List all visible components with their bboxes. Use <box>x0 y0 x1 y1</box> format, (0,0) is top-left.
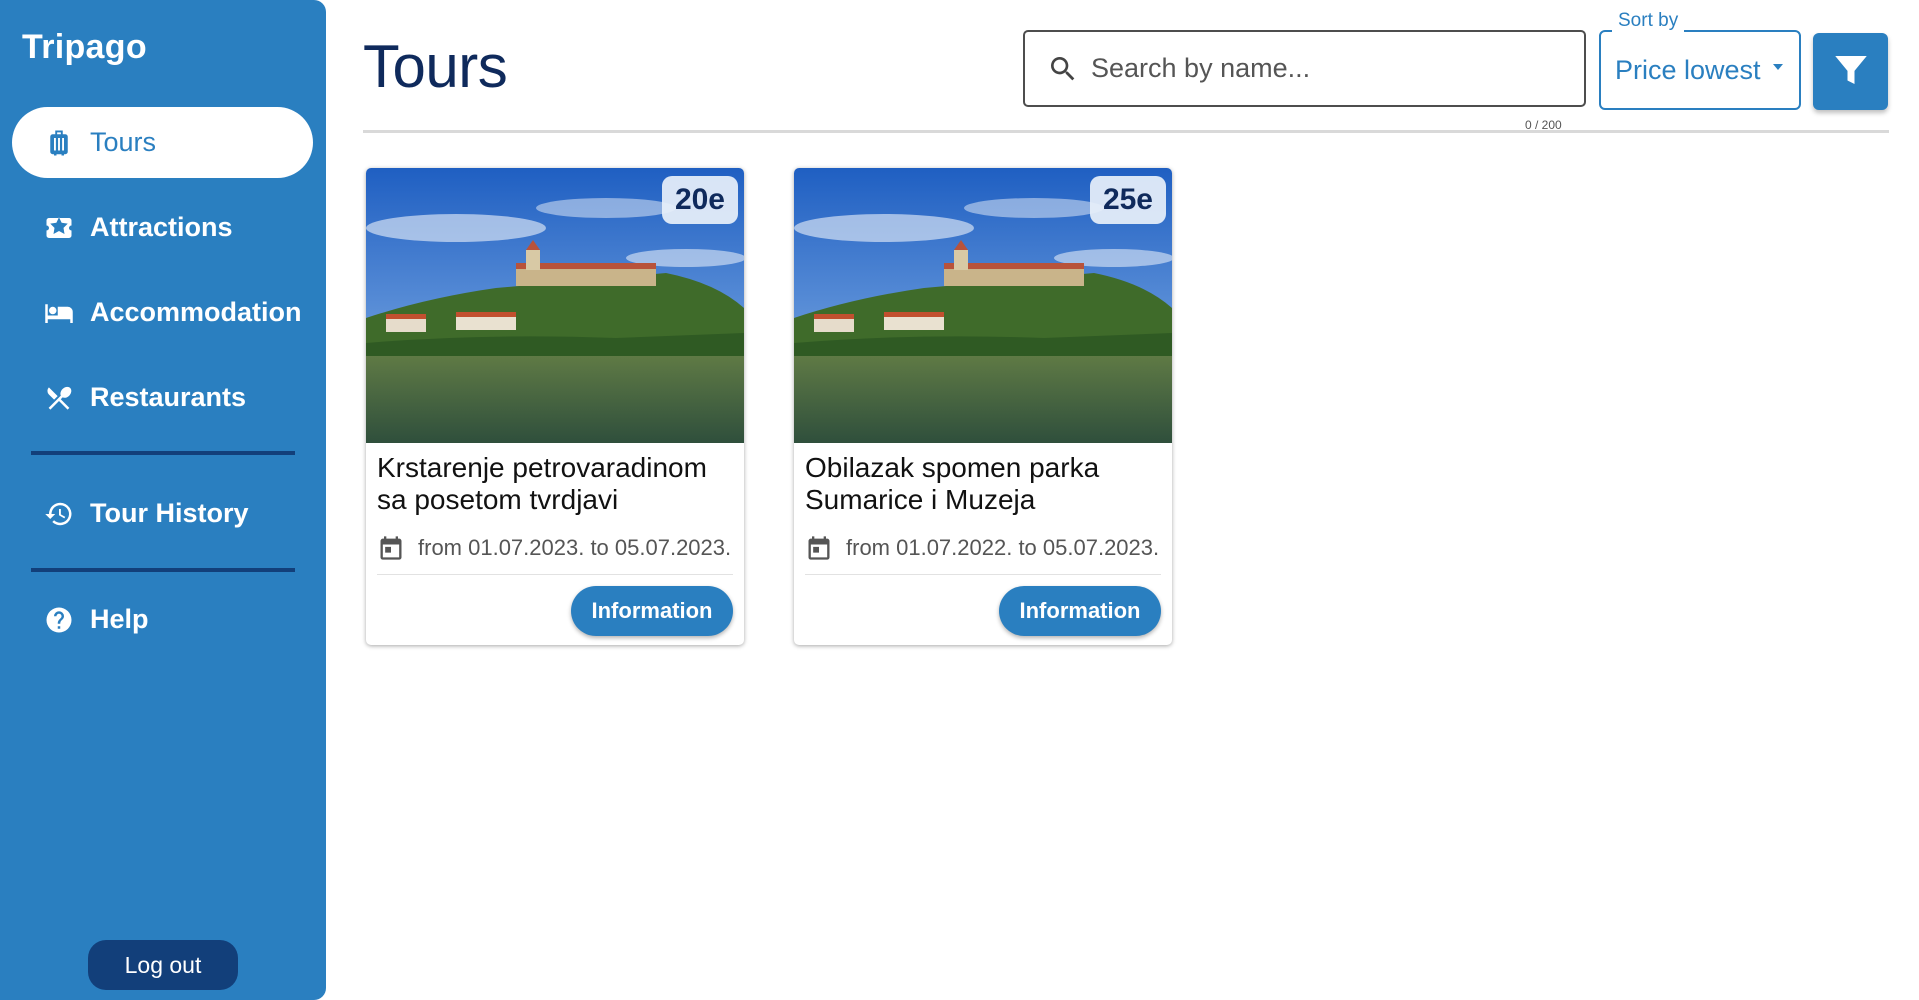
tour-title: Krstarenje petrovaradinom sa posetom tvr… <box>377 452 707 515</box>
search-field[interactable] <box>1023 30 1586 107</box>
logout-button[interactable]: Log out <box>88 940 238 990</box>
search-icon <box>1047 53 1079 85</box>
tour-card: 20e Krstarenje petrovaradinom sa posetom… <box>366 168 744 645</box>
sidebar-item-label: Accommodation <box>90 297 302 327</box>
luggage-icon <box>42 126 76 160</box>
sort-label: Sort by <box>1612 10 1685 32</box>
tour-dates: from 01.07.2023. to 05.07.2023. <box>377 534 731 562</box>
page-title: Tours <box>363 33 508 100</box>
information-button[interactable]: Information <box>999 586 1161 636</box>
tour-card: 25e Obilazak spomen parka Sumarice i Muz… <box>794 168 1172 645</box>
card-divider <box>377 574 733 575</box>
sidebar-item-attractions[interactable]: Attractions <box>12 192 313 263</box>
sidebar-item-tour-history[interactable]: Tour History <box>12 478 313 549</box>
bed-icon <box>42 296 76 330</box>
card-divider <box>805 574 1161 575</box>
tour-dates: from 01.07.2022. to 05.07.2023. <box>805 534 1159 562</box>
sort-select[interactable]: Price lowest <box>1599 30 1801 110</box>
tour-title: Obilazak spomen parka Sumarice i Muzeja <box>805 452 1100 515</box>
chevron-down-icon <box>1772 64 1783 70</box>
tour-date-range: from 01.07.2023. to 05.07.2023. <box>418 535 732 560</box>
price-badge: 25e <box>1089 176 1166 224</box>
utensils-icon <box>42 381 76 415</box>
filter-button[interactable] <box>1813 33 1888 110</box>
sidebar-item-label: Restaurants <box>90 382 247 412</box>
sidebar-item-accommodation[interactable]: Accommodation <box>12 277 313 348</box>
sidebar-item-label: Tours <box>90 127 157 157</box>
sidebar: Tripago Tours Attractions Accommodation … <box>0 0 326 1000</box>
calendar-icon <box>805 534 833 562</box>
tour-image: 20e <box>366 168 744 443</box>
sidebar-item-tours[interactable]: Tours <box>12 107 313 178</box>
sidebar-item-restaurants[interactable]: Restaurants <box>12 362 313 433</box>
sidebar-item-label: Help <box>90 604 149 634</box>
search-input[interactable] <box>1091 53 1571 84</box>
sidebar-item-help[interactable]: Help <box>12 584 313 655</box>
tour-image: 25e <box>794 168 1172 443</box>
filter-icon <box>1830 48 1872 95</box>
sidebar-item-label: Tour History <box>90 498 249 528</box>
information-button[interactable]: Information <box>571 586 733 636</box>
price-badge: 20e <box>661 176 738 224</box>
ticket-star-icon <box>42 211 76 245</box>
header-divider <box>363 130 1889 133</box>
sidebar-divider <box>31 451 295 455</box>
sort-value: Price lowest <box>1615 54 1761 85</box>
calendar-icon <box>377 534 405 562</box>
app-root: Tripago Tours Attractions Accommodation … <box>0 0 1919 1000</box>
help-icon <box>42 603 76 637</box>
app-brand: Tripago <box>22 28 147 66</box>
history-icon <box>42 497 76 531</box>
sidebar-item-label: Attractions <box>90 212 233 242</box>
sidebar-divider <box>31 568 295 572</box>
tour-date-range: from 01.07.2022. to 05.07.2023. <box>846 535 1160 560</box>
